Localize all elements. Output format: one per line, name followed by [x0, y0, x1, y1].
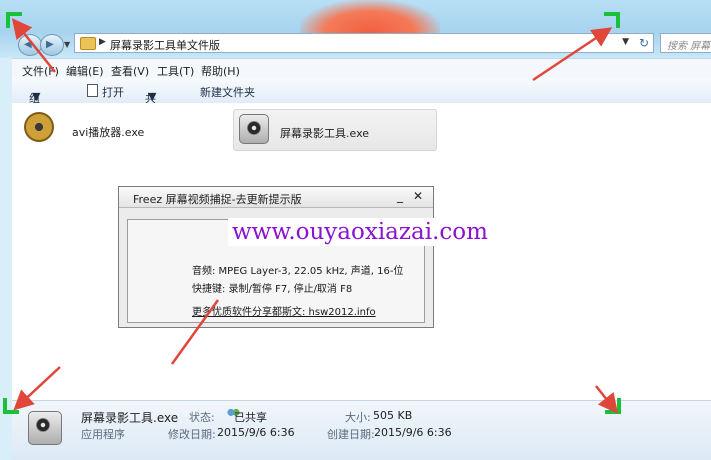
menu-view[interactable]: 查看(V) — [111, 63, 149, 79]
address-path[interactable]: 屏幕录影工具单文件版 — [110, 37, 220, 53]
camera-icon — [239, 114, 269, 144]
file-item-screen-recorder[interactable]: 屏幕录影工具.exe — [233, 109, 437, 151]
size-label: 大小: — [345, 411, 371, 424]
created-label: 创建日期: — [327, 428, 375, 441]
details-file-name: 屏幕录影工具.exe — [81, 411, 179, 425]
details-file-type: 应用程序 — [81, 428, 125, 441]
menu-help[interactable]: 帮助(H) — [201, 63, 240, 79]
more-software-link[interactable]: 更多优质软件分享都斯文: hsw2012.info — [192, 303, 376, 318]
status-label: 状态: — [189, 411, 215, 424]
menu-tools[interactable]: 工具(T) — [157, 63, 194, 79]
file-name: avi播放器.exe — [72, 126, 145, 139]
dialog-titlebar[interactable]: Freez 屏幕视频捕捉-去更新提示版 _ ✕ — [119, 187, 433, 208]
modified-label: 修改日期: — [168, 428, 216, 441]
site-watermark: www.ouyaoxiazai.com — [228, 218, 492, 246]
annotation-corner-top-right — [604, 12, 620, 28]
command-bar: 组织▼ 打开 共享▼ 新建文件夹 — [12, 78, 711, 121]
back-button[interactable]: ◀ — [18, 34, 42, 56]
forward-arrow-icon: ▶ — [46, 39, 54, 50]
created-value: 2015/9/6 6:36 — [374, 426, 452, 439]
size-value: 505 KB — [373, 409, 413, 422]
back-arrow-icon: ◀ — [24, 39, 32, 50]
annotation-corner-top-left — [6, 12, 22, 28]
menu-edit[interactable]: 编辑(E) — [66, 63, 104, 79]
forward-button[interactable]: ▶ — [40, 34, 64, 56]
camera-icon — [28, 411, 62, 445]
modified-value: 2015/9/6 6:36 — [217, 426, 295, 439]
audio-info: 音频: MPEG Layer-3, 22.05 kHz, 声道, 16-位 — [192, 266, 404, 277]
annotation-corner-bottom-right — [605, 398, 621, 414]
folder-icon — [80, 37, 96, 50]
new-folder-button[interactable]: 新建文件夹 — [200, 84, 255, 100]
status-value: 已共享 — [234, 411, 267, 424]
film-reel-icon — [24, 112, 54, 142]
share-dropdown-icon: ▼ — [148, 90, 157, 103]
recent-pages-dropdown-icon[interactable]: ▼ — [64, 40, 70, 49]
refresh-icon[interactable]: ↻ — [639, 36, 649, 50]
minimize-icon[interactable]: _ — [397, 189, 403, 203]
hotkey-info: 快捷键: 录制/暂停 F7, 停止/取消 F8 — [192, 284, 353, 295]
address-bar[interactable]: ▶ 屏幕录影工具单文件版 ▼ ↻ — [74, 33, 654, 53]
file-item-avi-player[interactable]: avi播放器.exe — [20, 109, 220, 149]
window-chrome: ◀ ▶ ▼ ▶ 屏幕录影工具单文件版 ▼ ↻ 搜索 屏幕 — [0, 0, 711, 58]
breadcrumb-chevron-icon[interactable]: ▶ — [99, 37, 106, 47]
dialog-title: Freez 屏幕视频捕捉-去更新提示版 — [133, 193, 302, 206]
open-button[interactable]: 打开 — [102, 84, 124, 100]
menu-file[interactable]: 文件(F) — [22, 63, 59, 79]
address-dropdown-icon[interactable]: ▼ — [622, 37, 629, 47]
organize-dropdown-icon: ▼ — [32, 90, 41, 103]
search-input[interactable]: 搜索 屏幕 — [660, 33, 711, 53]
close-icon[interactable]: ✕ — [413, 189, 423, 203]
annotation-corner-bottom-left — [3, 398, 19, 414]
file-name: 屏幕录影工具.exe — [280, 127, 370, 140]
freez-dialog[interactable]: Freez 屏幕视频捕捉-去更新提示版 _ ✕ 音频: MPEG Layer-3… — [118, 186, 434, 328]
open-icon — [87, 84, 98, 97]
menu-bar: 文件(F) 编辑(E) 查看(V) 工具(T) 帮助(H) — [12, 58, 711, 79]
